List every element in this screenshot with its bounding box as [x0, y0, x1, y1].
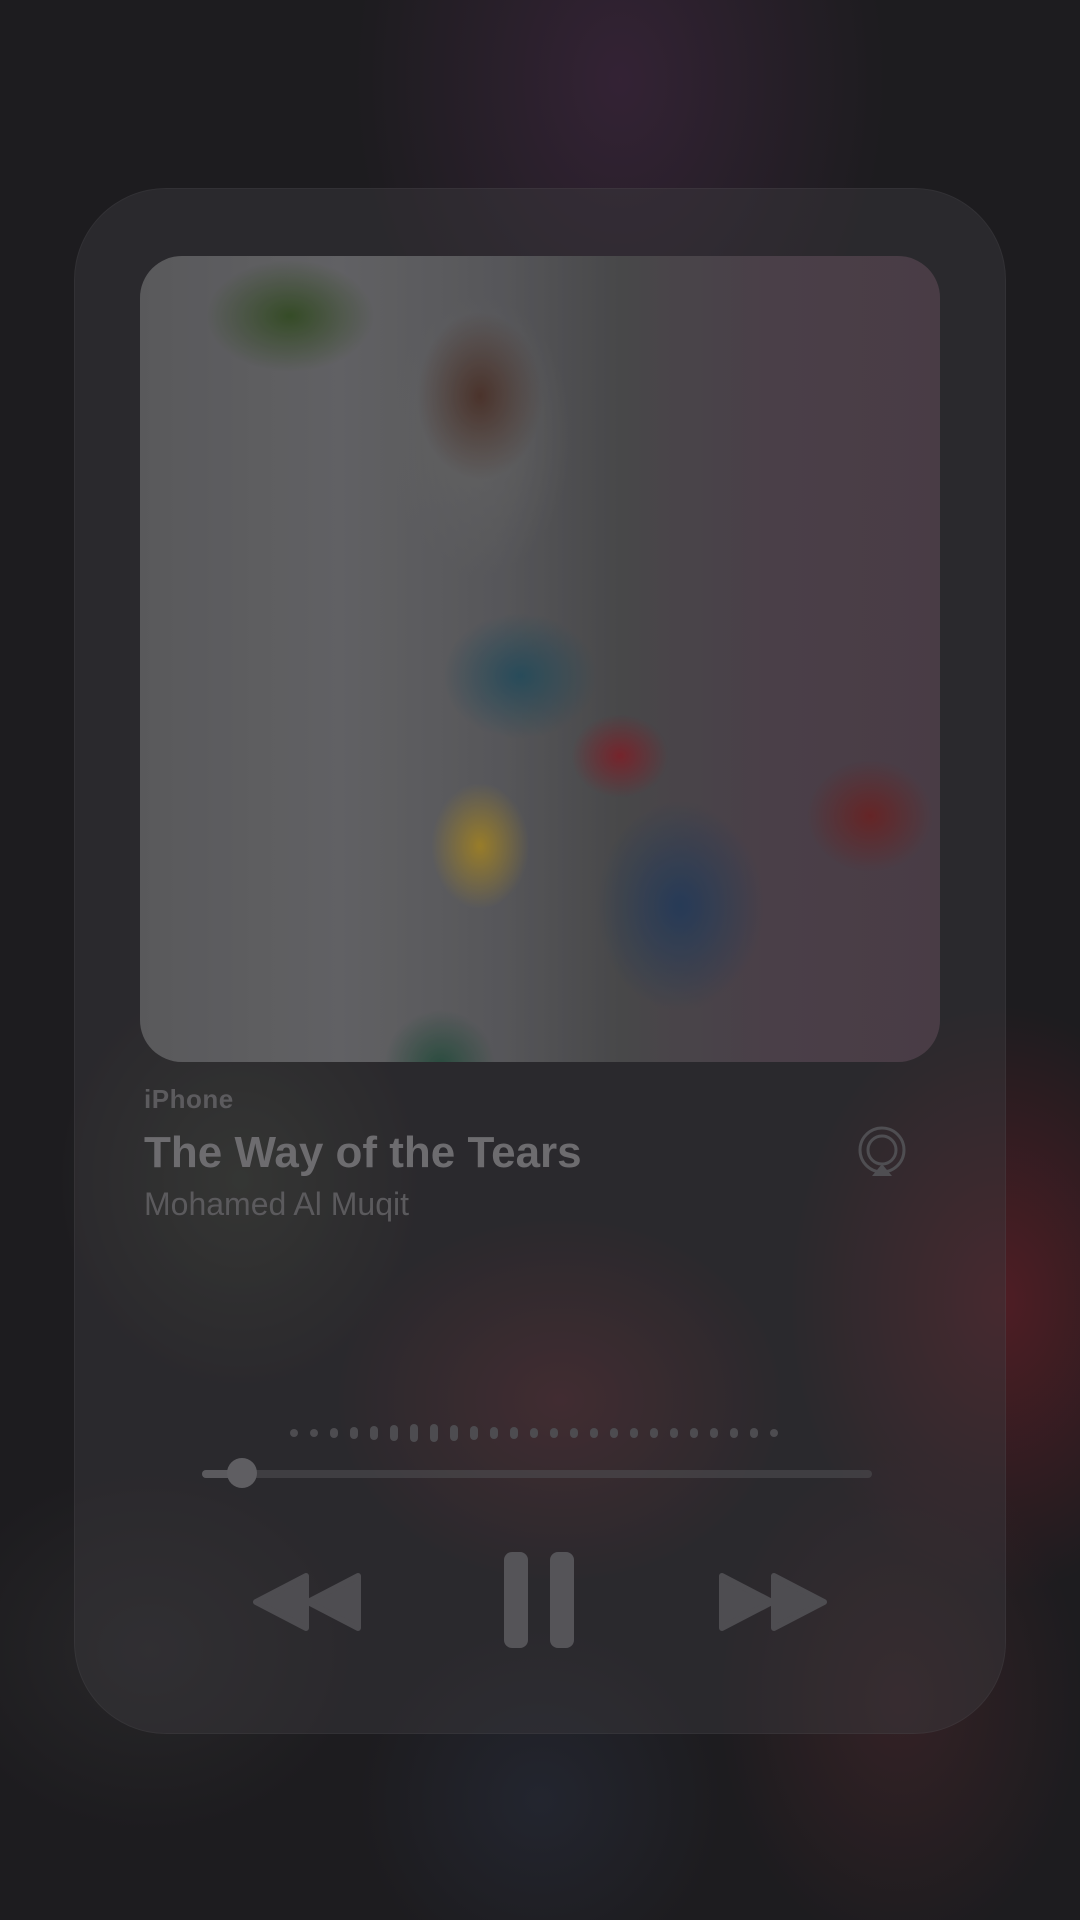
- waveform-bar: [370, 1426, 378, 1440]
- waveform-bar: [710, 1428, 718, 1438]
- waveform-bar: [470, 1426, 478, 1440]
- waveform-bar: [730, 1428, 738, 1438]
- waveform-bar: [330, 1428, 338, 1438]
- fast-forward-button[interactable]: [718, 1572, 828, 1632]
- waveform-bar: [630, 1428, 638, 1438]
- airplay-icon[interactable]: [854, 1124, 910, 1180]
- progress-scrubber[interactable]: [227, 1458, 258, 1488]
- output-device-label: iPhone: [144, 1084, 234, 1114]
- waveform-bar: [310, 1429, 318, 1437]
- waveform-bar: [450, 1425, 458, 1441]
- now-playing-screen: iPhone The Way of the Tears Mohamed Al M…: [0, 0, 1080, 1920]
- waveform-bar: [590, 1428, 598, 1438]
- audio-waveform: [290, 1420, 820, 1446]
- artist-name: Mohamed Al Muqit: [144, 1186, 410, 1222]
- playback-progress-bar[interactable]: [202, 1458, 872, 1488]
- waveform-bar: [410, 1424, 418, 1442]
- pause-icon: [504, 1552, 574, 1648]
- rewind-button[interactable]: [252, 1572, 362, 1632]
- rewind-icon: [253, 1573, 361, 1631]
- waveform-bar: [290, 1429, 298, 1437]
- waveform-bar: [490, 1427, 498, 1439]
- artwork-dim-overlay: [140, 256, 940, 1062]
- waveform-bar: [510, 1427, 518, 1439]
- waveform-bar: [430, 1424, 438, 1442]
- waveform-bar: [570, 1428, 578, 1438]
- waveform-bar: [550, 1428, 558, 1438]
- waveform-bar: [690, 1428, 698, 1438]
- waveform-bar: [670, 1428, 678, 1438]
- waveform-bar: [770, 1429, 778, 1437]
- fast-forward-icon: [719, 1573, 827, 1631]
- waveform-bar: [650, 1428, 658, 1438]
- waveform-bar: [390, 1425, 398, 1441]
- waveform-bar: [610, 1428, 618, 1438]
- album-artwork: [140, 256, 940, 1062]
- waveform-bar: [350, 1427, 358, 1439]
- song-title: The Way of the Tears: [144, 1128, 582, 1177]
- pause-button[interactable]: [502, 1550, 576, 1650]
- waveform-bar: [750, 1428, 758, 1438]
- waveform-bar: [530, 1428, 538, 1438]
